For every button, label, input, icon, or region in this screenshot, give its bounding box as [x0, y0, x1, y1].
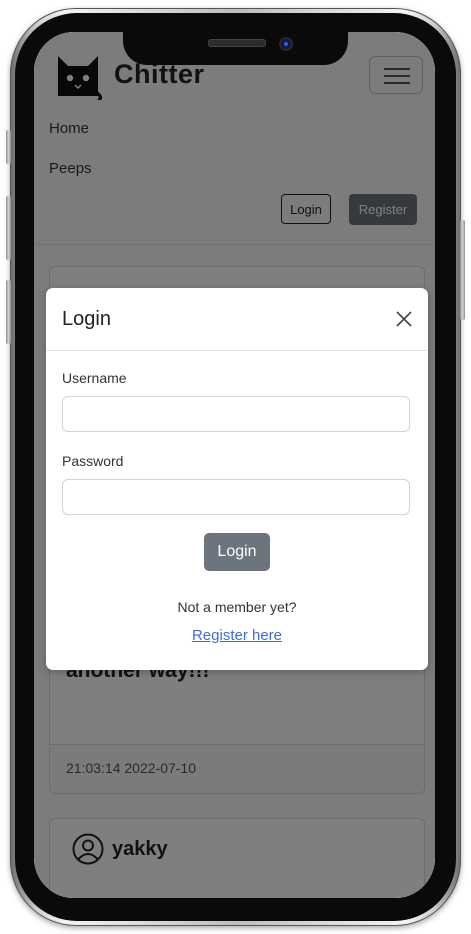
front-camera [279, 37, 293, 51]
register-link[interactable]: Register here [46, 627, 428, 644]
username-input[interactable] [62, 396, 410, 432]
close-button[interactable] [390, 305, 418, 333]
username-label: Username [62, 370, 127, 386]
phone-screen: Chitter Home Peeps Login Register anothe… [34, 32, 435, 898]
phone-side-button [6, 130, 11, 164]
phone-notch [123, 31, 348, 65]
modal-header: Login [46, 288, 428, 351]
password-input[interactable] [62, 479, 410, 515]
phone-side-button [6, 280, 11, 344]
phone-side-button [6, 196, 11, 260]
speaker-grille [208, 39, 266, 47]
close-icon [396, 311, 412, 327]
phone-side-button [460, 220, 465, 320]
password-label: Password [62, 453, 124, 469]
modal-title: Login [62, 308, 111, 330]
login-modal: Login Username Password Login Not a memb… [46, 288, 428, 670]
signup-prompt: Not a member yet? [177, 599, 297, 615]
login-submit-button[interactable]: Login [204, 533, 270, 571]
